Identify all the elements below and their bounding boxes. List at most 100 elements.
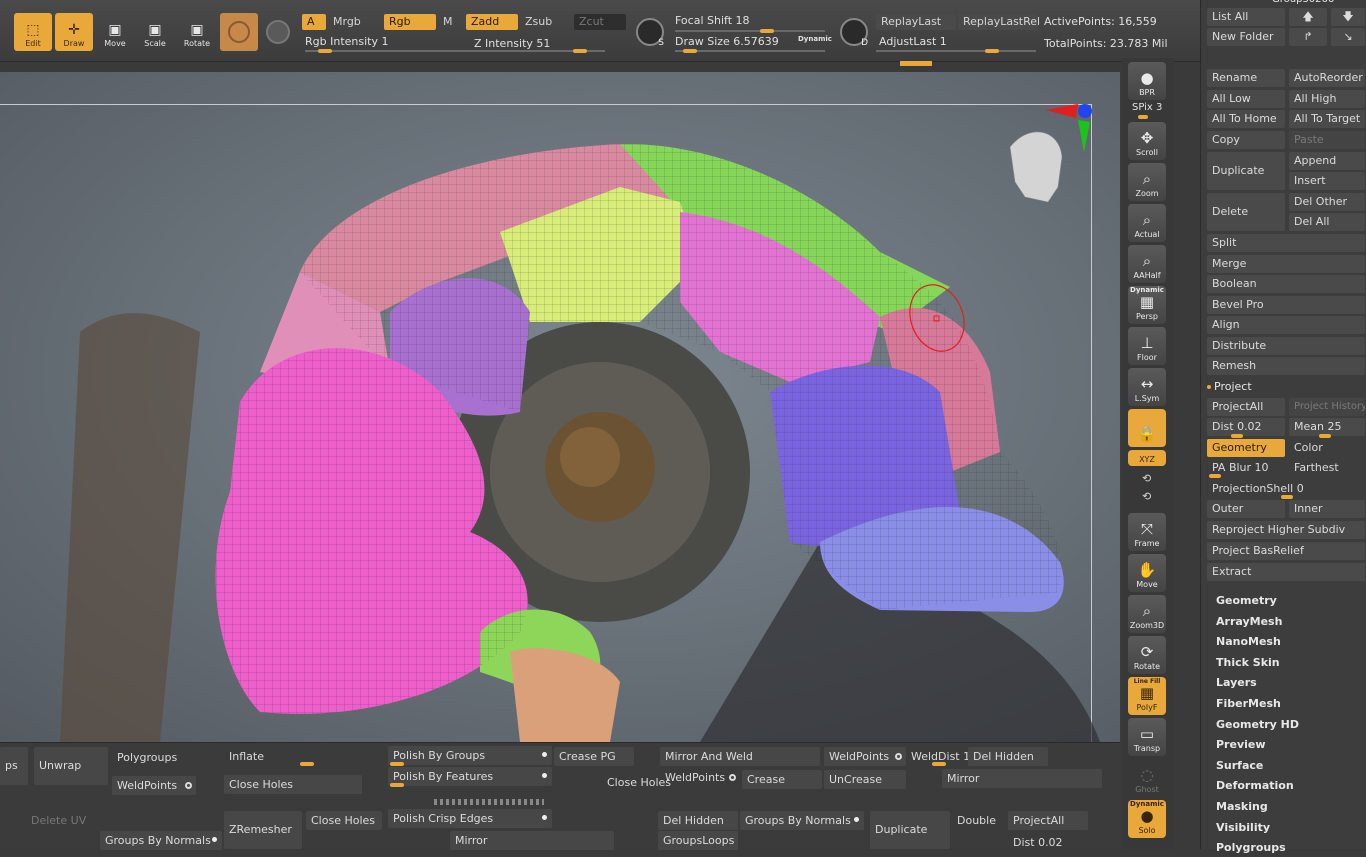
groups-by-normals-button-1[interactable]: Groups By Normals	[100, 831, 222, 850]
inflate-slider[interactable]: Inflate	[224, 747, 362, 766]
tray-handle[interactable]	[900, 61, 932, 66]
focal-shift-slider[interactable]	[675, 30, 825, 32]
append-button[interactable]: Append	[1289, 152, 1365, 170]
move-view-button[interactable]: ✋ Move	[1128, 554, 1166, 592]
mrgb-button[interactable]: Mrgb	[328, 14, 380, 30]
extract-menu[interactable]: Extract	[1207, 563, 1365, 581]
zcut-button[interactable]: Zcut	[574, 14, 626, 30]
move-down-arrow-icon[interactable]: 🡇	[1331, 8, 1365, 26]
transp-button[interactable]: ▭ Transp	[1128, 718, 1166, 756]
weldpoints-button-3[interactable]: WeldPoints	[824, 747, 906, 766]
replay-last-button[interactable]: ReplayLast	[876, 14, 956, 30]
a-channel-button[interactable]: A	[302, 14, 326, 30]
close-holes-button-1[interactable]: Close Holes	[224, 775, 362, 794]
split-menu[interactable]: Split	[1207, 234, 1365, 252]
ps-button[interactable]: ps	[0, 747, 28, 785]
tool-menu-arraymesh[interactable]: ArrayMesh	[1211, 613, 1361, 631]
all-high-button[interactable]: All High	[1289, 90, 1365, 108]
scroll-button[interactable]: ✥ Scroll	[1128, 122, 1166, 160]
pa-blur-knob[interactable]	[1209, 474, 1221, 478]
persp-button[interactable]: Dynamic ▦ Persp	[1128, 286, 1166, 324]
delete-uv-button[interactable]: Delete UV	[26, 811, 96, 830]
move-up-arrow-icon[interactable]: 🡅	[1289, 8, 1327, 26]
focal-shift-knob[interactable]	[760, 29, 774, 33]
auto-reorder-button[interactable]: AutoReorder	[1289, 69, 1365, 87]
geometry-project-button[interactable]: Geometry	[1207, 439, 1285, 457]
frame-button[interactable]: ⤧ Frame	[1128, 513, 1166, 551]
move-diag-arrow-icon[interactable]: ↘	[1331, 28, 1365, 46]
rgb-intensity-knob[interactable]	[318, 49, 332, 53]
material-swatch[interactable]	[220, 13, 258, 51]
del-hidden-button-2[interactable]: Del Hidden	[658, 811, 738, 830]
rgb-button[interactable]: Rgb	[384, 14, 436, 30]
texture-swatch[interactable]	[266, 20, 290, 44]
mean-knob[interactable]	[1319, 434, 1331, 438]
farthest-button[interactable]: Farthest	[1289, 459, 1365, 477]
remesh-menu[interactable]: Remesh	[1207, 357, 1365, 375]
welddist-knob[interactable]	[932, 762, 946, 766]
canvas-viewport[interactable]	[0, 72, 1120, 742]
mirror-button-1[interactable]: Mirror	[942, 769, 1102, 788]
stroke-d-button[interactable]: D	[840, 18, 868, 48]
rotate-z-icon[interactable]: ⟲	[1142, 490, 1151, 503]
zoom-button[interactable]: ⌕ Zoom	[1128, 163, 1166, 201]
dynamic-toggle[interactable]: Dynamic	[798, 35, 832, 43]
groups-by-normals-button-2[interactable]: Groups By Normals	[740, 811, 864, 830]
zadd-button[interactable]: Zadd	[466, 14, 518, 30]
actual-button[interactable]: ⌕ Actual	[1128, 204, 1166, 242]
project-all-button[interactable]: ProjectAll	[1207, 398, 1285, 416]
del-all-button[interactable]: Del All	[1289, 213, 1365, 231]
solo-button[interactable]: Dynamic ● Solo	[1128, 800, 1166, 838]
tool-menu-masking[interactable]: Masking	[1211, 798, 1361, 816]
adjust-last-knob[interactable]	[985, 49, 999, 53]
draw-size-knob[interactable]	[683, 49, 697, 53]
insert-button[interactable]: Insert	[1289, 172, 1365, 190]
distribute-menu[interactable]: Distribute	[1207, 337, 1365, 355]
move-mode-button[interactable]: ▣ Move	[96, 13, 134, 51]
del-other-button[interactable]: Del Other	[1289, 193, 1365, 211]
tool-menu-thick-skin[interactable]: Thick Skin	[1211, 654, 1361, 672]
rotate-mode-button[interactable]: ▣ Rotate	[178, 13, 216, 51]
tool-menu-nanomesh[interactable]: NanoMesh	[1211, 633, 1361, 651]
zsub-button[interactable]: Zsub	[520, 14, 570, 30]
floor-button[interactable]: ⊥ Floor	[1128, 327, 1166, 365]
project-history-button[interactable]: Project History	[1289, 398, 1365, 416]
tray-drag-handle[interactable]	[434, 799, 544, 805]
weldpoints-button-1[interactable]: WeldPoints	[112, 776, 196, 795]
tool-menu-geometry[interactable]: Geometry	[1211, 592, 1361, 610]
zremesher-button[interactable]: ZRemesher	[224, 811, 302, 849]
m-button[interactable]: M	[438, 14, 462, 30]
close-holes-button-2[interactable]: Close Holes	[602, 773, 671, 792]
weldpoints-button-2[interactable]: WeldPoints	[660, 768, 740, 787]
tool-menu-deformation[interactable]: Deformation	[1211, 777, 1361, 795]
polish-groups-knob[interactable]	[390, 762, 404, 766]
dist-slider[interactable]: Dist 0.02	[1207, 418, 1285, 436]
ghost-button[interactable]: ◌ Ghost	[1128, 759, 1166, 797]
edit-mode-button[interactable]: ⬚ Edit	[14, 13, 52, 51]
polish-by-groups-button[interactable]: Polish By Groups	[388, 746, 552, 765]
new-folder-button[interactable]: New Folder	[1207, 28, 1285, 46]
boolean-menu[interactable]: Boolean	[1207, 275, 1365, 293]
z-intensity-knob[interactable]	[573, 49, 587, 53]
adjust-last-slider[interactable]	[876, 50, 1036, 52]
tool-menu-polygroups[interactable]: Polygroups	[1211, 839, 1361, 857]
draw-size-slider[interactable]	[675, 50, 825, 52]
paste-button[interactable]: Paste	[1289, 131, 1365, 149]
unwrap-button[interactable]: Unwrap	[34, 747, 108, 785]
orientation-head-icon[interactable]	[1009, 131, 1063, 203]
dist-knob[interactable]	[1231, 434, 1243, 438]
merge-menu[interactable]: Merge	[1207, 255, 1365, 273]
list-all-button[interactable]: List All	[1207, 8, 1285, 26]
scale-mode-button[interactable]: ▣ Scale	[136, 13, 174, 51]
xyz-button[interactable]: XYZ	[1128, 450, 1166, 466]
outer-button[interactable]: Outer	[1207, 500, 1285, 518]
crease-pg-button[interactable]: Crease PG	[554, 747, 634, 766]
aahalf-button[interactable]: ⌕ AAHalf	[1128, 245, 1166, 283]
project-all-bottom-button[interactable]: ProjectAll	[1008, 811, 1088, 830]
bpr-button[interactable]: ● BPR	[1128, 62, 1166, 100]
double-button[interactable]: Double	[952, 811, 1006, 830]
dist-bottom-slider[interactable]: Dist 0.02	[1008, 833, 1088, 852]
spix-knob[interactable]	[1138, 115, 1148, 119]
inflate-knob[interactable]	[300, 762, 314, 766]
delete-button[interactable]: Delete	[1207, 193, 1285, 231]
